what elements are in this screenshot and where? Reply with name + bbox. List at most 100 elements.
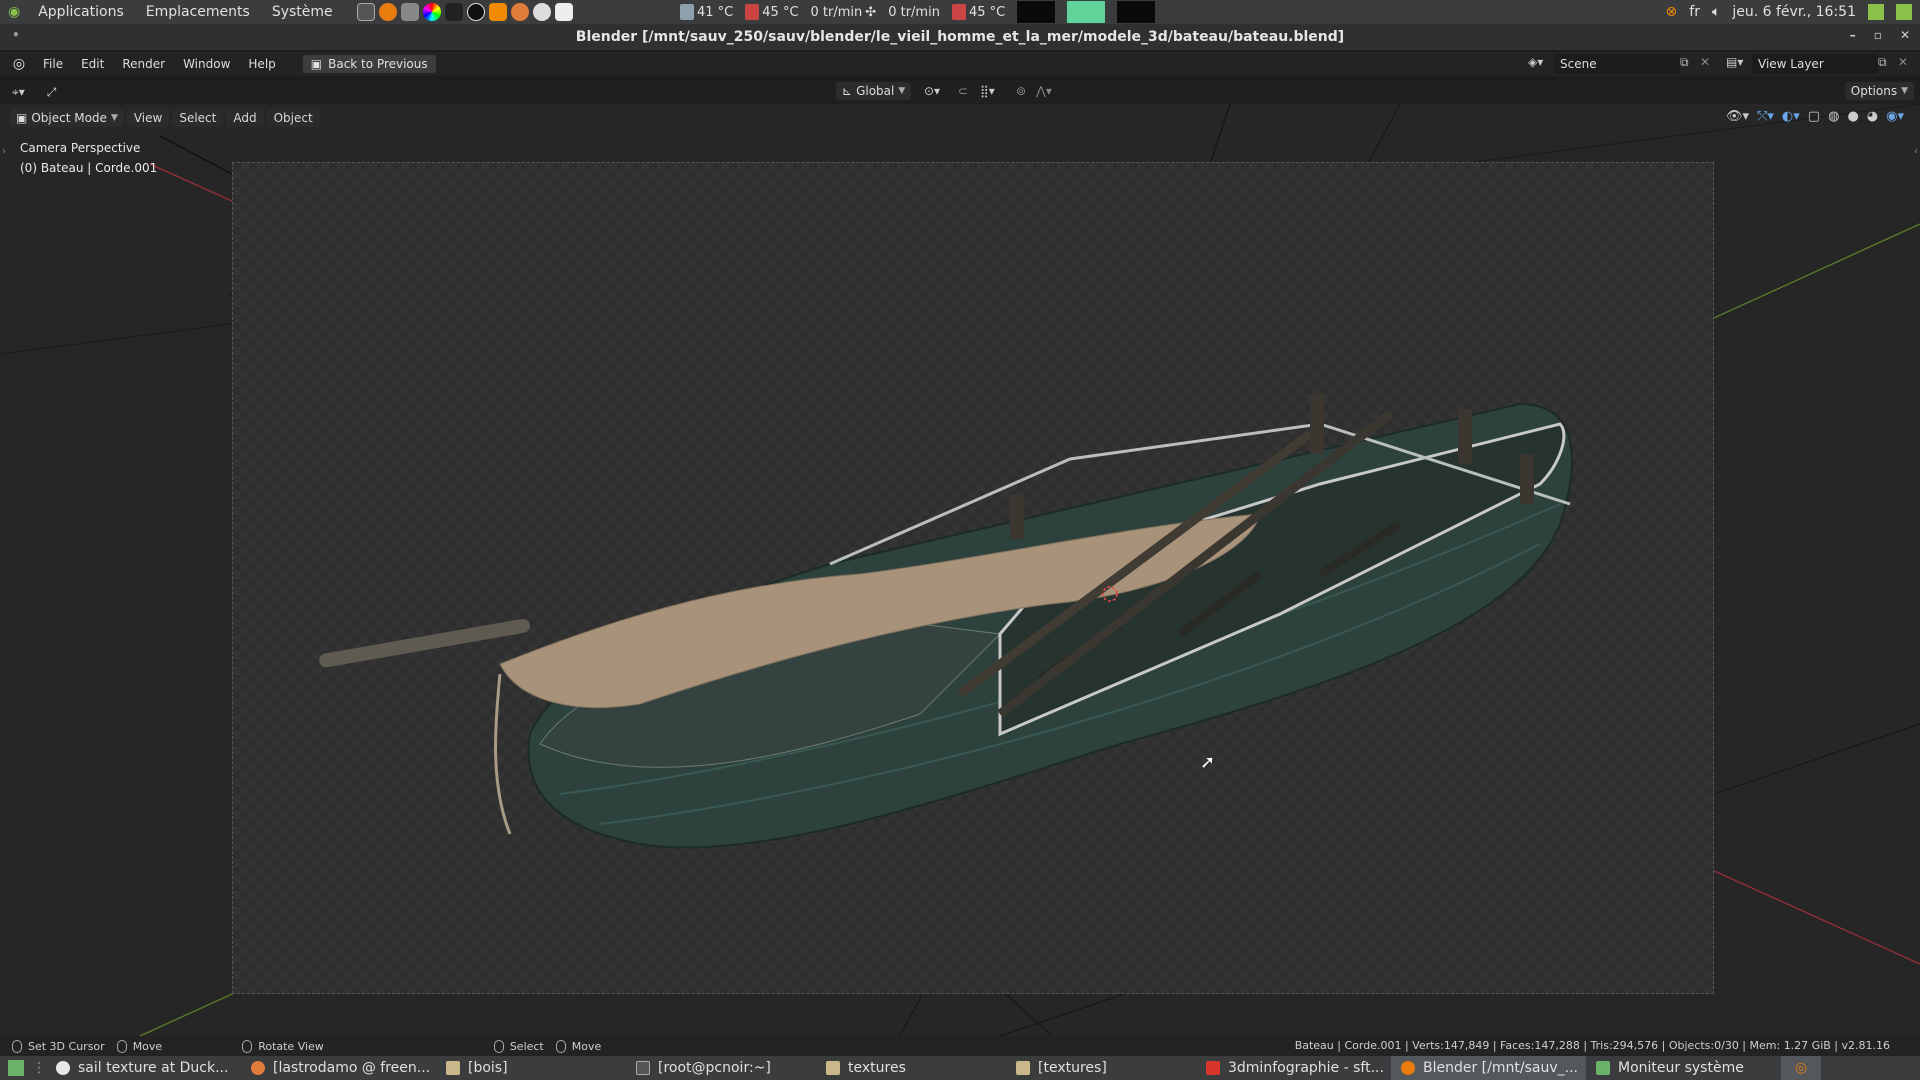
window-titlebar: • Blender [/mnt/sauv_250/sauv/blender/le… xyxy=(0,24,1920,50)
active-object-label: (0) Bateau | Corde.001 xyxy=(20,161,158,175)
terminal-launcher-icon[interactable] xyxy=(356,3,375,21)
inkscape-launcher-icon[interactable] xyxy=(444,3,463,21)
new-view-layer-icon[interactable]: ⧉ xyxy=(1878,55,1887,70)
viewport-shading-controls: 👁︎▾ ⤲▾ ◐▾ ▢ ◍ ● ◕ ◉▾ xyxy=(1726,109,1904,124)
editor-type-icon[interactable]: ⌖▾ xyxy=(12,85,25,100)
transform-orientation-dropdown[interactable]: ⊾ Global ▼ xyxy=(836,82,912,100)
new-scene-icon[interactable]: ⧉ xyxy=(1680,55,1689,70)
distro-logo-icon[interactable]: ◉ xyxy=(8,4,20,20)
user-icon[interactable] xyxy=(1868,4,1884,20)
xray-icon[interactable]: ▢ xyxy=(1808,109,1820,124)
right-panel-toggle-icon[interactable]: ‹ xyxy=(1914,146,1918,157)
snap-target-icon[interactable]: ⣿▾ xyxy=(980,84,995,98)
solid-shading-icon[interactable]: ● xyxy=(1847,109,1858,124)
falloff-icon[interactable]: ⋀▾ xyxy=(1036,84,1052,98)
document-launcher-icon[interactable] xyxy=(554,3,573,21)
window-title: Blender [/mnt/sauv_250/sauv/blender/le_v… xyxy=(575,29,1345,45)
os-menu-applications[interactable]: Applications xyxy=(34,4,128,20)
cpu-temp-sensor: 41 °C xyxy=(680,4,733,20)
taskbar-item-browser[interactable]: sail texture at Duck... xyxy=(46,1056,241,1080)
show-desktop-icon[interactable] xyxy=(8,1060,24,1076)
update-icon[interactable]: ⊗ xyxy=(1666,4,1678,20)
taskbar-separator: ⋮ xyxy=(32,1060,46,1076)
delete-scene-icon[interactable]: ✕ xyxy=(1700,55,1710,69)
blender-tray-icon[interactable]: ◎ xyxy=(1781,1056,1821,1080)
viewport-menu-select[interactable]: Select xyxy=(172,109,224,127)
view-layer-type-icon[interactable]: ▤▾ xyxy=(1726,55,1743,69)
hint-set-3d-cursor: Set 3D Cursor xyxy=(12,1039,105,1053)
color-wheel-launcher-icon[interactable] xyxy=(422,3,441,21)
boat-post xyxy=(1010,494,1024,539)
material-shading-icon[interactable]: ◕ xyxy=(1867,109,1878,124)
left-panel-toggle-icon[interactable]: › xyxy=(2,146,6,157)
taskbar-item-terminal[interactable]: [root@pcnoir:~] xyxy=(626,1056,816,1080)
overlay-icon[interactable]: ◐▾ xyxy=(1782,109,1800,124)
vlc-launcher-icon[interactable] xyxy=(488,3,507,21)
menu-file[interactable]: File xyxy=(34,57,72,71)
scene-selector[interactable]: Scene xyxy=(1554,54,1680,74)
scene-type-icon[interactable]: ◈▾ xyxy=(1528,55,1543,69)
taskbar-item-blender[interactable]: Blender [/mnt/sauv_... xyxy=(1391,1056,1586,1080)
blender-launcher-icon[interactable] xyxy=(378,3,397,21)
rendered-shading-icon[interactable]: ◉▾ xyxy=(1886,109,1904,124)
proportional-edit-icon[interactable]: ⊚ xyxy=(1016,84,1026,98)
menu-help[interactable]: Help xyxy=(239,57,284,71)
taskbar-item-irc[interactable]: [lastrodamo @ freen... xyxy=(241,1056,436,1080)
minimize-icon[interactable]: – xyxy=(1850,28,1856,42)
boat-post xyxy=(1520,454,1534,504)
obs-launcher-icon[interactable] xyxy=(466,3,485,21)
view-layer-selector[interactable]: View Layer xyxy=(1752,54,1878,74)
os-taskbar: ⋮ sail texture at Duck... [lastrodamo @ … xyxy=(0,1056,1920,1080)
volume-icon[interactable]: 🔈︎ xyxy=(1712,4,1720,20)
menu-window[interactable]: Window xyxy=(174,57,239,71)
close-icon[interactable]: ✕ xyxy=(1900,28,1910,42)
chat-icon xyxy=(251,1061,265,1075)
thermometer-icon xyxy=(951,4,966,20)
boat-mast xyxy=(319,618,530,668)
mouse-right-icon xyxy=(493,1039,504,1053)
menu-edit[interactable]: Edit xyxy=(72,57,113,71)
snap-icon[interactable]: ⊂ xyxy=(958,84,968,98)
boat-model xyxy=(319,394,1573,849)
window-menu-icon[interactable]: • xyxy=(12,28,20,42)
delete-view-layer-icon[interactable]: ✕ xyxy=(1898,55,1908,69)
lock-icon[interactable] xyxy=(1896,4,1912,20)
system-sensors: 41 °C 45 °C 0 tr/min ✣ 0 tr/min 45 °C xyxy=(680,0,1156,24)
keyboard-layout[interactable]: fr xyxy=(1689,4,1700,20)
object-mode-icon: ▣ xyxy=(16,111,28,125)
viewport-menu-add[interactable]: Add xyxy=(226,109,264,127)
globe-launcher-icon[interactable] xyxy=(532,3,551,21)
3d-viewport[interactable]: Camera Perspective (0) Bateau | Corde.00… xyxy=(0,104,1920,1036)
folder-icon xyxy=(1016,1061,1030,1075)
os-menu-system[interactable]: Système xyxy=(268,4,337,20)
maximize-icon[interactable]: ▫ xyxy=(1874,28,1882,42)
gizmo-icon[interactable]: ⤲▾ xyxy=(1757,109,1774,124)
tool-icon[interactable]: ⤢ xyxy=(47,85,57,100)
taskbar-item-folder-bois[interactable]: [bois] xyxy=(436,1056,626,1080)
browser-icon xyxy=(56,1061,70,1075)
pivot-icon[interactable]: ⊙▾ xyxy=(924,84,940,98)
taskbar-item-system-monitor[interactable]: Moniteur système xyxy=(1586,1056,1781,1080)
back-to-previous-button[interactable]: ▣ Back to Previous xyxy=(302,55,436,73)
fan-speed-sensor: 0 tr/min ✣ xyxy=(810,4,877,20)
visibility-icon[interactable]: 👁︎▾ xyxy=(1726,109,1749,124)
taskbar-item-folder-textures-2[interactable]: [textures] xyxy=(1006,1056,1196,1080)
viewport-menu-object[interactable]: Object xyxy=(266,109,320,127)
options-dropdown[interactable]: Options ▼ xyxy=(1844,82,1914,100)
blender-topbar: ◎ File Edit Render Window Help ▣ Back to… xyxy=(0,52,1920,76)
os-menu-places[interactable]: Emplacements xyxy=(142,4,254,20)
blender-logo-icon[interactable]: ◎ xyxy=(8,56,30,72)
object-mode-dropdown[interactable]: ▣ Object Mode ▼ xyxy=(10,109,124,127)
desktop: ◉ Applications Emplacements Système 41 °… xyxy=(0,0,1920,1080)
clock[interactable]: jeu. 6 févr., 16:51 xyxy=(1732,4,1856,20)
wireframe-shading-icon[interactable]: ◍ xyxy=(1828,109,1839,124)
taskbar-item-ftp[interactable]: 3dminfographie - sft... xyxy=(1196,1056,1391,1080)
browser-launcher-icon[interactable] xyxy=(510,3,529,21)
menu-render[interactable]: Render xyxy=(113,57,174,71)
hint-select: Select xyxy=(493,1039,544,1053)
taskbar-item-folder-textures[interactable]: textures xyxy=(816,1056,1006,1080)
viewport-header: ▣ Object Mode ▼ View Select Add Object 👁… xyxy=(0,106,1920,130)
app-launcher-icon[interactable] xyxy=(400,3,419,21)
viewport-menu-view[interactable]: View xyxy=(126,109,170,127)
monitor-icon xyxy=(1596,1061,1610,1075)
